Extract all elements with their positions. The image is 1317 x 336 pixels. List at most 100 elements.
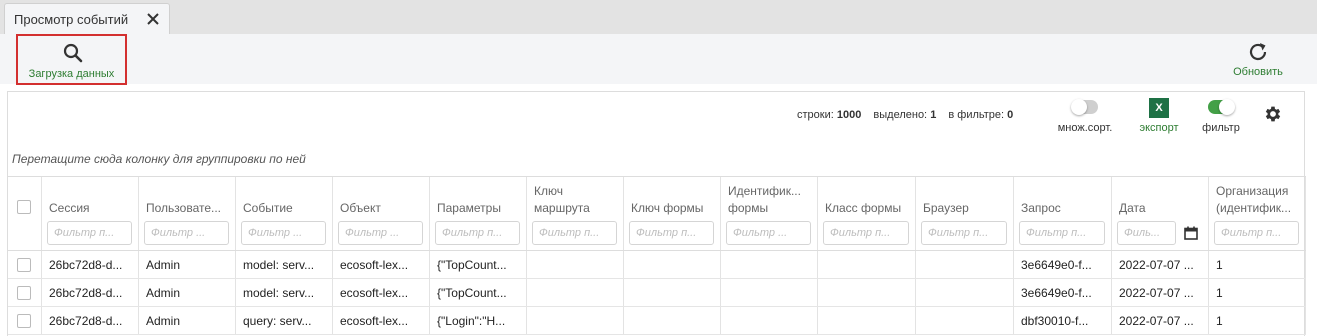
table-cell bbox=[818, 279, 916, 306]
column-header[interactable]: Идентифик... формы bbox=[721, 177, 818, 250]
row-select-cell bbox=[8, 307, 42, 334]
column-filter-input[interactable] bbox=[1117, 221, 1176, 245]
column-header-label: Событие bbox=[243, 201, 293, 215]
events-grid-panel: строки: 1000 выделено: 1 в фильтре: 0 мн… bbox=[7, 91, 1306, 336]
selected-stat-label: выделено: bbox=[873, 109, 928, 121]
select-all-checkbox[interactable] bbox=[17, 200, 31, 214]
column-header[interactable]: Браузер bbox=[916, 177, 1014, 250]
column-filter-input[interactable] bbox=[144, 221, 229, 245]
search-icon bbox=[63, 43, 83, 63]
row-select-cell bbox=[8, 279, 42, 306]
table-row[interactable]: 26bc72d8-d... Admin query: serv... ecosoft-… bbox=[8, 307, 1306, 335]
load-data-label: Загрузка данных bbox=[28, 68, 115, 80]
table-header-row: Сессия Пользовате... Событие Объект Параметр… bbox=[8, 177, 1306, 251]
table-cell: Admin bbox=[139, 307, 236, 334]
row-checkbox[interactable] bbox=[17, 258, 31, 272]
column-filter-input[interactable] bbox=[532, 221, 617, 245]
table-cell bbox=[721, 251, 818, 278]
filter-toggle[interactable] bbox=[1208, 99, 1235, 115]
column-filter-input[interactable] bbox=[1214, 221, 1299, 245]
column-filter-input[interactable] bbox=[921, 221, 1007, 245]
table-cell: 1 bbox=[1209, 279, 1306, 306]
table-cell bbox=[818, 251, 916, 278]
table-cell bbox=[527, 251, 624, 278]
refresh-button[interactable]: Обновить bbox=[1222, 34, 1294, 84]
column-header[interactable]: Ключ формы bbox=[624, 177, 721, 250]
column-header[interactable]: Организация (идентифик... bbox=[1209, 177, 1306, 250]
column-header[interactable]: Пользовате... bbox=[139, 177, 236, 250]
column-header[interactable]: Запрос bbox=[1014, 177, 1112, 250]
column-filter-input[interactable] bbox=[629, 221, 714, 245]
table-cell: {"TopCount... bbox=[430, 279, 527, 306]
column-filter-input[interactable] bbox=[435, 221, 520, 245]
column-header[interactable]: Дата bbox=[1112, 177, 1209, 250]
tab-title: Просмотр событий bbox=[14, 12, 129, 27]
table-cell: 2022-07-07 ... bbox=[1112, 279, 1209, 306]
table-row[interactable]: 26bc72d8-d... Admin model: serv... ecosoft-… bbox=[8, 251, 1306, 279]
table-cell bbox=[624, 251, 721, 278]
row-checkbox[interactable] bbox=[17, 286, 31, 300]
group-by-hint: Перетащите сюда колонку для группировки … bbox=[12, 152, 306, 166]
table-cell bbox=[916, 307, 1014, 334]
table-row[interactable]: 26bc72d8-d... Admin model: serv... ecosoft-… bbox=[8, 279, 1306, 307]
table-cell: 3e6649e0-f... bbox=[1014, 251, 1112, 278]
table-cell: 26bc72d8-d... bbox=[42, 279, 139, 306]
table-cell: 3e6649e0-f... bbox=[1014, 279, 1112, 306]
table-cell: ecosoft-lex... bbox=[333, 307, 430, 334]
column-header[interactable]: Ключ маршрута bbox=[527, 177, 624, 250]
table-cell: model: serv... bbox=[236, 251, 333, 278]
row-select-cell bbox=[8, 251, 42, 278]
column-header-label: Класс формы bbox=[825, 201, 902, 215]
column-header-label: Ключ формы bbox=[631, 201, 704, 215]
tab-strip: Просмотр событий bbox=[0, 0, 1317, 34]
gear-icon[interactable] bbox=[1263, 104, 1283, 124]
table-cell: dbf30010-f... bbox=[1014, 307, 1112, 334]
table-cell: query: serv... bbox=[236, 307, 333, 334]
column-header-label: Идентифик... формы bbox=[728, 184, 801, 215]
selected-stat-value: 1 bbox=[930, 109, 937, 121]
column-header-label: Ключ маршрута bbox=[534, 184, 590, 215]
row-checkbox[interactable] bbox=[17, 314, 31, 328]
column-filter-input[interactable] bbox=[1019, 221, 1105, 245]
table-cell: {"Login":"H... bbox=[430, 307, 527, 334]
column-filter-input[interactable] bbox=[241, 221, 326, 245]
table-cell bbox=[818, 307, 916, 334]
column-filter-input[interactable] bbox=[338, 221, 423, 245]
column-header[interactable]: Объект bbox=[333, 177, 430, 250]
column-header-label: Организация (идентифик... bbox=[1216, 184, 1292, 215]
table-cell bbox=[916, 251, 1014, 278]
column-header[interactable]: Сессия bbox=[42, 177, 139, 250]
column-header-label: Пользовате... bbox=[146, 201, 222, 215]
column-header[interactable]: Класс формы bbox=[818, 177, 916, 250]
close-icon[interactable] bbox=[146, 12, 160, 26]
events-table: Сессия Пользовате... Событие Объект Параметр… bbox=[8, 176, 1306, 335]
tab-event-viewer[interactable]: Просмотр событий bbox=[4, 3, 170, 34]
column-header[interactable]: Событие bbox=[236, 177, 333, 250]
column-header-label: Объект bbox=[340, 201, 381, 215]
table-cell: Admin bbox=[139, 251, 236, 278]
table-cell: 1 bbox=[1209, 307, 1306, 334]
multisort-toggle[interactable] bbox=[1071, 99, 1098, 115]
grid-stats: строки: 1000 выделено: 1 в фильтре: 0 bbox=[797, 109, 1013, 121]
table-cell: ecosoft-lex... bbox=[333, 251, 430, 278]
table-cell: 26bc72d8-d... bbox=[42, 251, 139, 278]
export-label[interactable]: экспорт bbox=[1133, 122, 1185, 134]
calendar-icon[interactable] bbox=[1184, 226, 1198, 240]
column-header-label: Дата bbox=[1119, 201, 1146, 215]
column-filter-input[interactable] bbox=[47, 221, 132, 245]
column-filter-input[interactable] bbox=[726, 221, 811, 245]
filtered-stat-label: в фильтре: bbox=[948, 109, 1005, 121]
table-cell bbox=[916, 279, 1014, 306]
excel-icon[interactable]: X bbox=[1149, 98, 1169, 118]
column-filter-input[interactable] bbox=[823, 221, 909, 245]
filter-label: фильтр bbox=[1202, 122, 1240, 134]
column-header[interactable]: Параметры bbox=[430, 177, 527, 250]
table-cell: ecosoft-lex... bbox=[333, 279, 430, 306]
table-body: 26bc72d8-d... Admin model: serv... ecosoft-… bbox=[8, 251, 1306, 335]
filtered-stat-value: 0 bbox=[1007, 109, 1014, 121]
table-cell: 2022-07-07 ... bbox=[1112, 307, 1209, 334]
table-cell: {"TopCount... bbox=[430, 251, 527, 278]
column-header-label: Браузер bbox=[923, 201, 969, 215]
rows-stat-value: 1000 bbox=[836, 109, 862, 121]
load-data-button[interactable]: Загрузка данных bbox=[16, 34, 127, 85]
